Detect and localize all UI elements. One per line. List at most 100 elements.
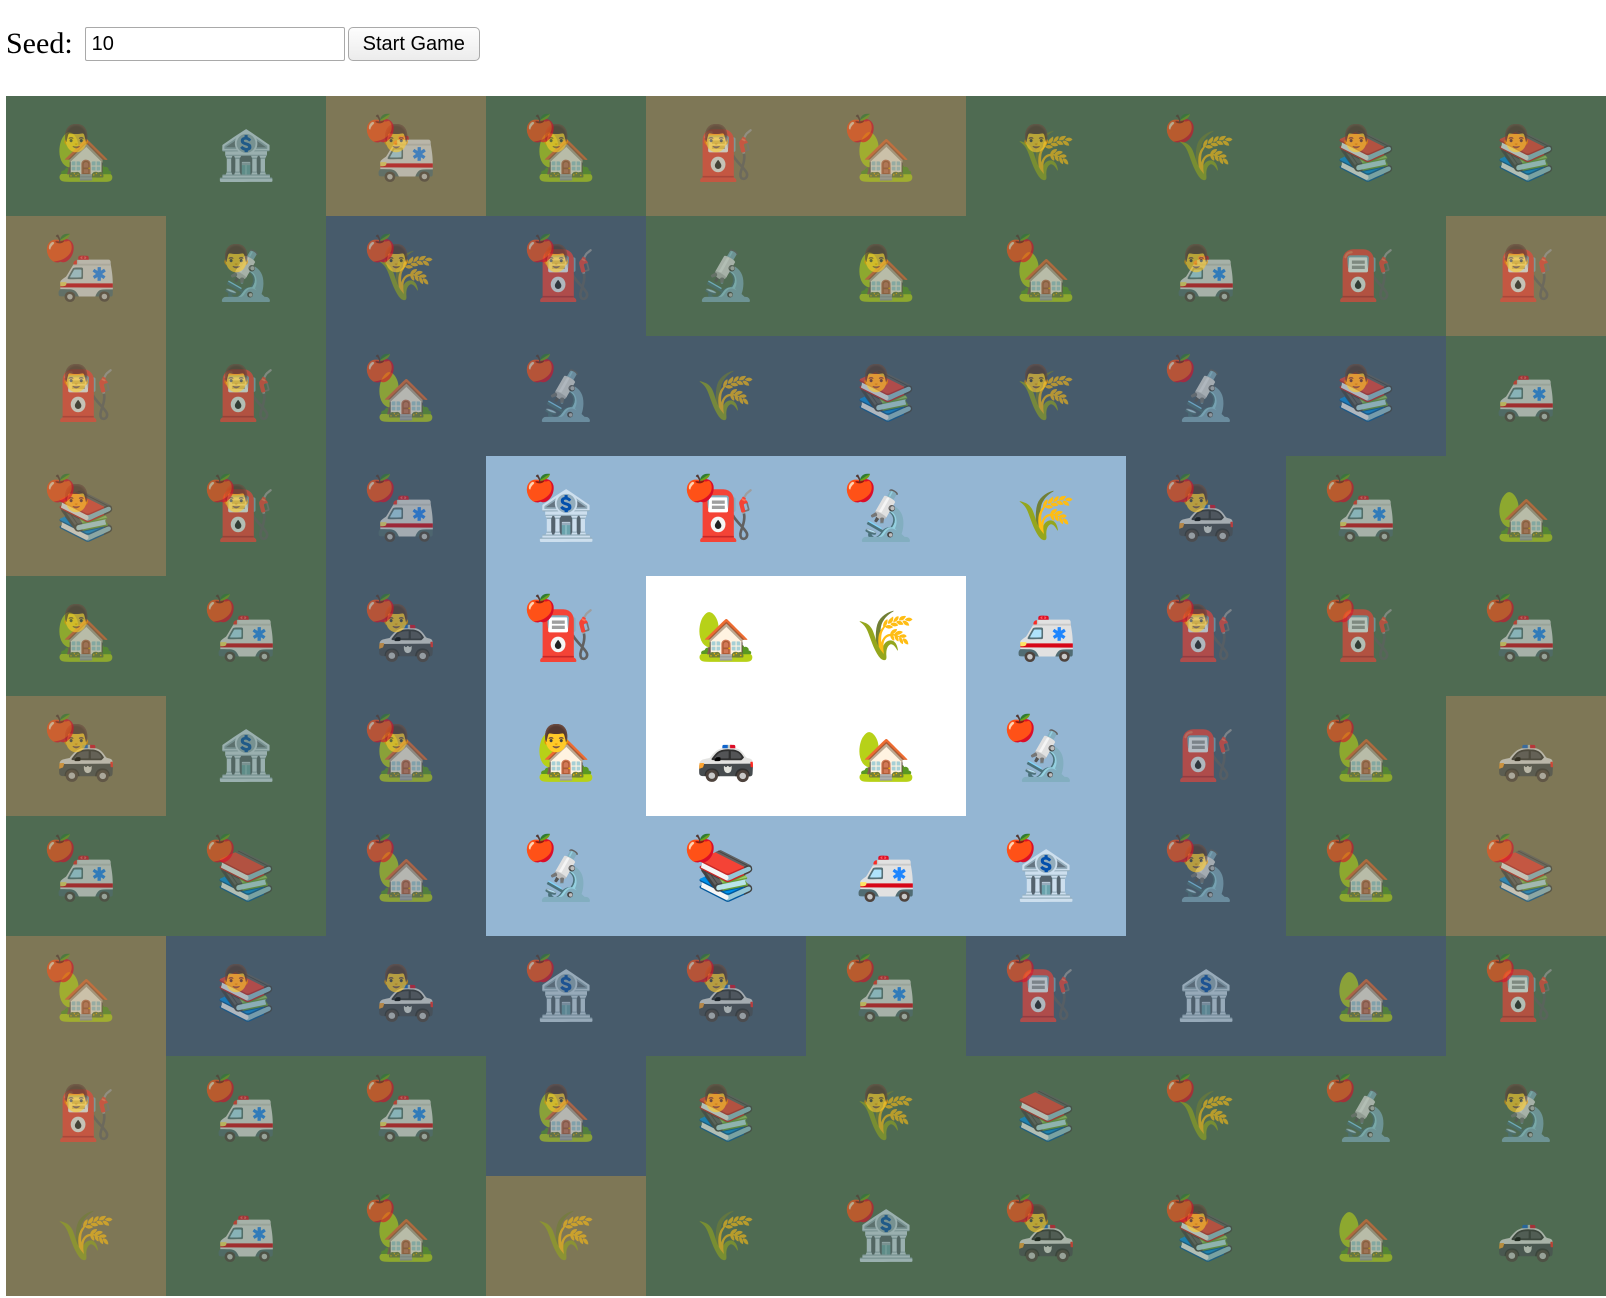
board-tile-4-6[interactable]: 🚑: [966, 576, 1126, 696]
board-tile-8-0[interactable]: ⛽ 👨: [6, 1056, 166, 1176]
board-tile-9-4[interactable]: 🌾: [646, 1176, 806, 1296]
board-tile-1-7[interactable]: 🚑 👨: [1126, 216, 1286, 336]
board-tile-0-2[interactable]: 🚑 👨 🍎: [326, 96, 486, 216]
board-tile-2-4[interactable]: 🌾: [646, 336, 806, 456]
board-tile-4-2[interactable]: 🚓 👨 🍎: [326, 576, 486, 696]
board-tile-7-2[interactable]: 🚓 👨: [326, 936, 486, 1056]
board-tile-6-6[interactable]: 🏦 🍎: [966, 816, 1126, 936]
board-tile-8-1[interactable]: 🚑 🍎: [166, 1056, 326, 1176]
board-tile-3-1[interactable]: ⛽ 👨 🍎: [166, 456, 326, 576]
board-tile-6-7[interactable]: 🔬 👨 🍎: [1126, 816, 1286, 936]
board-tile-6-9[interactable]: 📚 🍎: [1446, 816, 1606, 936]
board-tile-6-3[interactable]: 🔬 🍎: [486, 816, 646, 936]
board-tile-2-5[interactable]: 📚 👨: [806, 336, 966, 456]
board-tile-3-0[interactable]: 📚 👨 🍎: [6, 456, 166, 576]
board-tile-3-7[interactable]: 🚓 👨 🍎: [1126, 456, 1286, 576]
board-tile-6-2[interactable]: 🏡 🍎: [326, 816, 486, 936]
board-tile-1-1[interactable]: 🔬 👨: [166, 216, 326, 336]
board-tile-8-7[interactable]: 🌾 🍎: [1126, 1056, 1286, 1176]
board-tile-7-0[interactable]: 🏡 🍎: [6, 936, 166, 1056]
board-tile-1-4[interactable]: 🔬: [646, 216, 806, 336]
seed-input[interactable]: [84, 27, 345, 61]
board-tile-3-4[interactable]: ⛽ 🍎: [646, 456, 806, 576]
board-tile-5-7[interactable]: ⛽: [1126, 696, 1286, 816]
board-tile-4-5[interactable]: 🌾: [806, 576, 966, 696]
board-tile-2-9[interactable]: 🚑: [1446, 336, 1606, 456]
board-tile-0-1[interactable]: 🏦: [166, 96, 326, 216]
board-tile-9-9[interactable]: 🚓: [1446, 1176, 1606, 1296]
board-tile-9-5[interactable]: 🏦 🍎: [806, 1176, 966, 1296]
board-tile-2-7[interactable]: 🔬 🍎: [1126, 336, 1286, 456]
board-tile-5-6[interactable]: 🔬 🍎: [966, 696, 1126, 816]
board-tile-2-8[interactable]: 📚 👨: [1286, 336, 1446, 456]
board-tile-6-5[interactable]: 🚑: [806, 816, 966, 936]
board-tile-7-7[interactable]: 🏦: [1126, 936, 1286, 1056]
board-tile-0-3[interactable]: 🏡 👨 🍎: [486, 96, 646, 216]
board-tile-7-9[interactable]: ⛽ 🍎: [1446, 936, 1606, 1056]
board-tile-0-8[interactable]: 📚 👨: [1286, 96, 1446, 216]
board-tile-2-1[interactable]: ⛽ 👨: [166, 336, 326, 456]
board-tile-4-4[interactable]: 🏡: [646, 576, 806, 696]
board-tile-5-5[interactable]: 🏡: [806, 696, 966, 816]
board-tile-7-6[interactable]: ⛽ 🍎: [966, 936, 1126, 1056]
board-tile-1-5[interactable]: 🏡 👨: [806, 216, 966, 336]
board-tile-1-3[interactable]: ⛽ 👨 🍎: [486, 216, 646, 336]
board-tile-4-3[interactable]: ⛽ 🍎: [486, 576, 646, 696]
board-tile-3-6[interactable]: 🌾: [966, 456, 1126, 576]
board-tile-5-0[interactable]: 🚓 👨 🍎: [6, 696, 166, 816]
board-tile-8-4[interactable]: 📚 👨: [646, 1056, 806, 1176]
board-tile-5-1[interactable]: 🏦: [166, 696, 326, 816]
board-tile-9-8[interactable]: 🏡: [1286, 1176, 1446, 1296]
board-tile-0-4[interactable]: ⛽ 👨: [646, 96, 806, 216]
board-tile-6-8[interactable]: 🏡 🍎: [1286, 816, 1446, 936]
board-tile-2-6[interactable]: 🌾 👨: [966, 336, 1126, 456]
board-tile-2-2[interactable]: 🏡 🍎: [326, 336, 486, 456]
board-tile-8-2[interactable]: 🚑 🍎: [326, 1056, 486, 1176]
board-tile-0-0[interactable]: 🏡 👨: [6, 96, 166, 216]
board-tile-3-2[interactable]: 🚑 🍎: [326, 456, 486, 576]
board-tile-7-1[interactable]: 📚 👨: [166, 936, 326, 1056]
start-game-button[interactable]: Start Game: [347, 27, 480, 61]
board-tile-4-8[interactable]: ⛽ 🍎: [1286, 576, 1446, 696]
board-tile-5-2[interactable]: 🏡 👨 🍎: [326, 696, 486, 816]
board-tile-3-8[interactable]: 🚑 🍎: [1286, 456, 1446, 576]
board-tile-6-0[interactable]: 🚑 🍎: [6, 816, 166, 936]
board-tile-0-9[interactable]: 📚 👨: [1446, 96, 1606, 216]
board-tile-4-0[interactable]: 🏡 👨: [6, 576, 166, 696]
board-tile-0-5[interactable]: 🏡 🍎: [806, 96, 966, 216]
board-tile-9-1[interactable]: 🚑: [166, 1176, 326, 1296]
board-tile-3-9[interactable]: 🏡: [1446, 456, 1606, 576]
board-tile-9-6[interactable]: 🚓 👨 🍎: [966, 1176, 1126, 1296]
board-tile-7-4[interactable]: 🚓 👨 🍎: [646, 936, 806, 1056]
board-tile-1-9[interactable]: ⛽ 👨: [1446, 216, 1606, 336]
board-tile-8-6[interactable]: 📚: [966, 1056, 1126, 1176]
board-tile-1-6[interactable]: 🏡 🍎: [966, 216, 1126, 336]
board-tile-4-9[interactable]: 🚑 🍎: [1446, 576, 1606, 696]
board-tile-3-3[interactable]: 🏦 🍎: [486, 456, 646, 576]
board-tile-4-7[interactable]: ⛽ 👨 🍎: [1126, 576, 1286, 696]
board-tile-2-0[interactable]: ⛽ 👨: [6, 336, 166, 456]
board-tile-7-3[interactable]: 🏦 🍎: [486, 936, 646, 1056]
board-tile-6-1[interactable]: 📚 🍎: [166, 816, 326, 936]
board-tile-5-4[interactable]: 🚓: [646, 696, 806, 816]
board-tile-9-3[interactable]: 🌾: [486, 1176, 646, 1296]
board-tile-1-8[interactable]: ⛽: [1286, 216, 1446, 336]
board-tile-5-3[interactable]: 🏡 👨: [486, 696, 646, 816]
board-tile-2-3[interactable]: 🔬 🍎: [486, 336, 646, 456]
board-tile-1-0[interactable]: 🚑 🍎: [6, 216, 166, 336]
board-tile-3-5[interactable]: 🔬 🍎: [806, 456, 966, 576]
board-tile-9-7[interactable]: 📚 👨 🍎: [1126, 1176, 1286, 1296]
board-tile-8-9[interactable]: 🔬 👨: [1446, 1056, 1606, 1176]
board-tile-8-5[interactable]: 🌾 👨: [806, 1056, 966, 1176]
board-tile-9-2[interactable]: 🏡 🍎: [326, 1176, 486, 1296]
board-tile-9-0[interactable]: 🌾: [6, 1176, 166, 1296]
board-tile-0-6[interactable]: 🌾 👨: [966, 96, 1126, 216]
board-tile-1-2[interactable]: 🌾 👨 🍎: [326, 216, 486, 336]
board-tile-7-8[interactable]: 🏡: [1286, 936, 1446, 1056]
board-tile-5-9[interactable]: 🚓: [1446, 696, 1606, 816]
board-tile-8-8[interactable]: 🔬 🍎: [1286, 1056, 1446, 1176]
board-tile-4-1[interactable]: 🚑 🍎: [166, 576, 326, 696]
board-tile-5-8[interactable]: 🏡 🍎: [1286, 696, 1446, 816]
board-tile-7-5[interactable]: 🚑 🍎: [806, 936, 966, 1056]
board-tile-8-3[interactable]: 🏡 👨: [486, 1056, 646, 1176]
